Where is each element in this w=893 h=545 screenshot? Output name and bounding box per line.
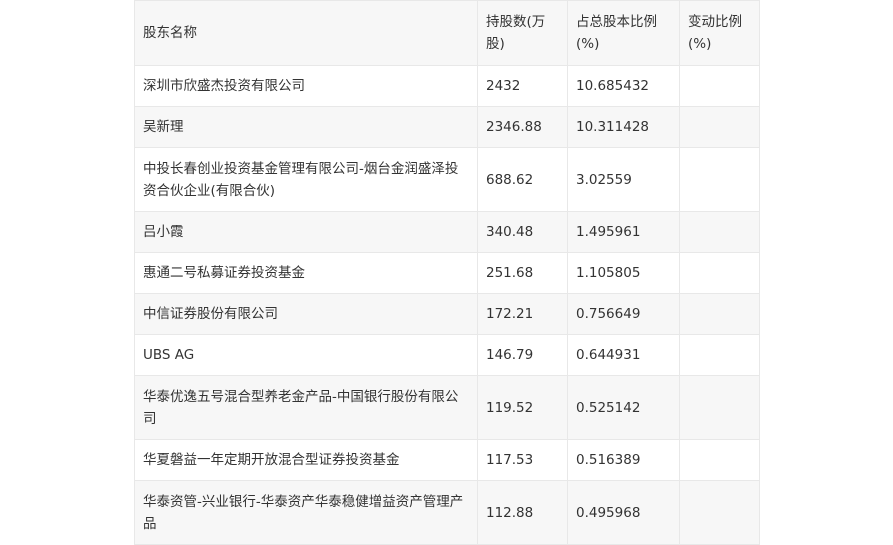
cell-name: 吴新理 [134, 106, 478, 148]
shareholder-table: 股东名称 持股数(万股) 占总股本比例(%) 变动比例(%) 深圳市欣盛杰投资有… [134, 0, 760, 545]
shareholder-table-container: 股东名称 持股数(万股) 占总股本比例(%) 变动比例(%) 深圳市欣盛杰投资有… [134, 0, 760, 545]
cell-shares: 172.21 [477, 293, 568, 335]
header-shares: 持股数(万股) [477, 0, 568, 66]
cell-name: 华夏磐益一年定期开放混合型证券投资基金 [134, 439, 478, 481]
cell-ratio: 0.525142 [567, 375, 680, 440]
cell-name: UBS AG [134, 334, 478, 376]
cell-change [679, 106, 760, 148]
cell-change [679, 293, 760, 335]
table-row: UBS AG 146.79 0.644931 [134, 334, 760, 376]
cell-ratio: 10.311428 [567, 106, 680, 148]
cell-shares: 688.62 [477, 147, 568, 212]
cell-name: 深圳市欣盛杰投资有限公司 [134, 65, 478, 107]
cell-change [679, 147, 760, 212]
cell-change [679, 439, 760, 481]
cell-name: 惠通二号私募证券投资基金 [134, 252, 478, 294]
cell-change [679, 252, 760, 294]
cell-ratio: 0.516389 [567, 439, 680, 481]
cell-change [679, 480, 760, 545]
header-name: 股东名称 [134, 0, 478, 66]
cell-shares: 112.88 [477, 480, 568, 545]
cell-ratio: 0.644931 [567, 334, 680, 376]
cell-shares: 2432 [477, 65, 568, 107]
cell-ratio: 0.756649 [567, 293, 680, 335]
cell-shares: 146.79 [477, 334, 568, 376]
cell-ratio: 10.685432 [567, 65, 680, 107]
cell-change [679, 211, 760, 253]
cell-shares: 117.53 [477, 439, 568, 481]
cell-name: 中信证券股份有限公司 [134, 293, 478, 335]
cell-ratio: 1.105805 [567, 252, 680, 294]
table-row: 中投长春创业投资基金管理有限公司-烟台金润盛泽投资合伙企业(有限合伙) 688.… [134, 147, 760, 212]
table-row: 深圳市欣盛杰投资有限公司 2432 10.685432 [134, 65, 760, 107]
table-row: 吴新理 2346.88 10.311428 [134, 106, 760, 148]
table-row: 华泰资管-兴业银行-华泰资产华泰稳健增益资产管理产品 112.88 0.4959… [134, 480, 760, 545]
cell-change [679, 334, 760, 376]
header-ratio: 占总股本比例(%) [567, 0, 680, 66]
cell-change [679, 65, 760, 107]
cell-name: 华泰优逸五号混合型养老金产品-中国银行股份有限公司 [134, 375, 478, 440]
table-row: 惠通二号私募证券投资基金 251.68 1.105805 [134, 252, 760, 294]
cell-shares: 251.68 [477, 252, 568, 294]
cell-ratio: 3.02559 [567, 147, 680, 212]
cell-name: 华泰资管-兴业银行-华泰资产华泰稳健增益资产管理产品 [134, 480, 478, 545]
table-row: 华夏磐益一年定期开放混合型证券投资基金 117.53 0.516389 [134, 439, 760, 481]
table-row: 中信证券股份有限公司 172.21 0.756649 [134, 293, 760, 335]
cell-shares: 119.52 [477, 375, 568, 440]
cell-name: 吕小霞 [134, 211, 478, 253]
cell-shares: 340.48 [477, 211, 568, 253]
table-row: 华泰优逸五号混合型养老金产品-中国银行股份有限公司 119.52 0.52514… [134, 375, 760, 440]
cell-change [679, 375, 760, 440]
cell-ratio: 1.495961 [567, 211, 680, 253]
cell-name: 中投长春创业投资基金管理有限公司-烟台金润盛泽投资合伙企业(有限合伙) [134, 147, 478, 212]
header-change: 变动比例(%) [679, 0, 760, 66]
table-header-row: 股东名称 持股数(万股) 占总股本比例(%) 变动比例(%) [134, 0, 760, 66]
table-row: 吕小霞 340.48 1.495961 [134, 211, 760, 253]
cell-shares: 2346.88 [477, 106, 568, 148]
cell-ratio: 0.495968 [567, 480, 680, 545]
